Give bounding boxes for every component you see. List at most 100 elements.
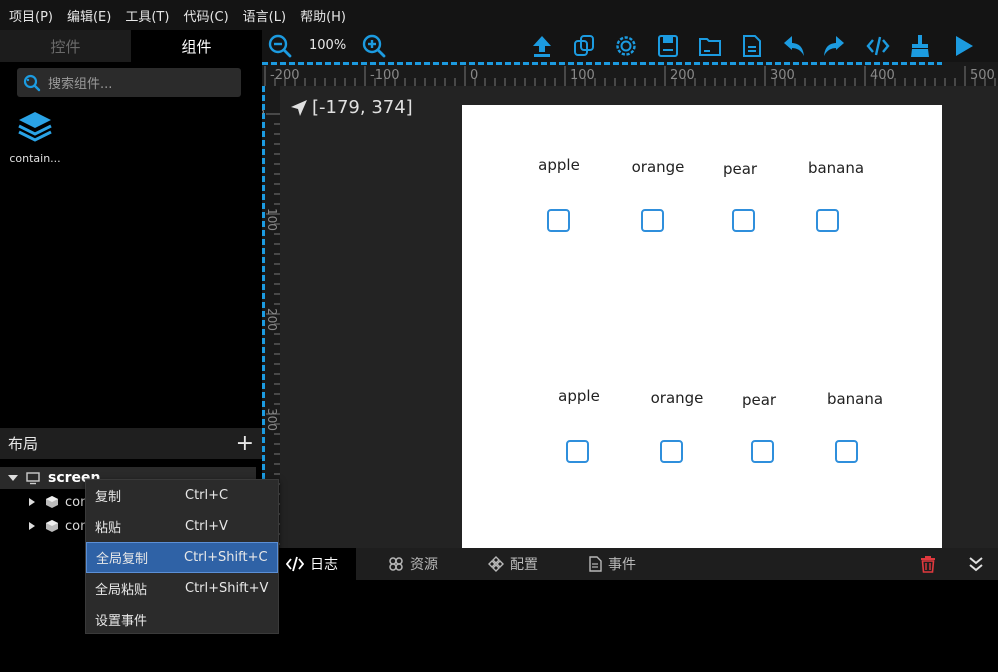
navigation-arrow-icon (291, 99, 307, 116)
cube-icon (46, 520, 58, 532)
coords-text: [-179, 374] (312, 97, 413, 118)
menu-item-copy[interactable]: 复制 Ctrl+C (86, 480, 278, 511)
tree-item-child-2[interactable]: con (26, 515, 88, 537)
ruler-label: 100 (265, 208, 279, 231)
settings-icon[interactable] (614, 34, 638, 58)
menu-item-global-paste[interactable]: 全局粘贴 Ctrl+Shift+V (86, 573, 278, 604)
menu-edit[interactable]: 编辑(E) (60, 6, 118, 25)
component-search[interactable]: 搜索组件... (17, 68, 241, 97)
ruler-label: 400 (870, 68, 895, 83)
menu-item-shortcut: Ctrl+C (185, 488, 229, 503)
menu-language[interactable]: 语言(L) (236, 6, 293, 25)
bottom-tab-bar: 日志 资源 配置 事件 (262, 548, 998, 580)
tab-resources[interactable]: 资源 (388, 548, 438, 580)
collapse-arrow-icon[interactable] (4, 468, 24, 488)
ruler-label: 300 (265, 408, 279, 431)
search-input[interactable]: 搜索组件... (48, 73, 112, 92)
redo-icon[interactable] (822, 34, 846, 58)
zoom-in-icon[interactable] (362, 34, 386, 58)
menu-help[interactable]: 帮助(H) (293, 6, 353, 25)
ruler-label: -200 (270, 68, 300, 83)
tab-components[interactable]: 组件 (131, 30, 262, 62)
ruler-label: 0 (262, 108, 266, 116)
tree-item-child-1[interactable]: con (26, 491, 88, 513)
fruit-label: banana (807, 159, 865, 177)
collapse-icon[interactable] (968, 555, 984, 573)
log-output (262, 580, 998, 672)
horizontal-ruler: -200 -100 0 100 200 300 400 500 (262, 62, 998, 86)
ruler-label: 0 (470, 68, 479, 83)
menu-item-label: 全局复制 (96, 552, 149, 567)
tab-config[interactable]: 配置 (488, 548, 538, 580)
zoom-level: 100% (309, 38, 347, 53)
expand-arrow-icon[interactable] (26, 496, 38, 508)
checkbox[interactable] (751, 440, 774, 463)
monitor-icon (26, 472, 40, 485)
fruit-label: orange (650, 389, 704, 407)
ruler-label: 500 (970, 68, 995, 83)
fruit-label: apple (538, 156, 580, 174)
menu-item-shortcut: Ctrl+Shift+V (185, 581, 269, 596)
menu-item-shortcut: Ctrl+V (185, 519, 228, 534)
menu-bar: 项目(P) 编辑(E) 工具(T) 代码(C) 语言(L) 帮助(H) (0, 0, 998, 30)
menu-project[interactable]: 项目(P) (2, 6, 60, 25)
tab-widgets[interactable]: 控件 (0, 30, 131, 62)
checkbox[interactable] (835, 440, 858, 463)
fruit-label: pear (741, 391, 777, 409)
fruit-label: pear (722, 160, 758, 178)
zoom-out-icon[interactable] (268, 34, 292, 58)
upload-icon[interactable] (530, 34, 554, 58)
tab-config-label: 配置 (510, 557, 538, 573)
checkbox[interactable] (566, 440, 589, 463)
fruit-label: banana (826, 390, 884, 408)
add-icon[interactable]: + (236, 432, 254, 455)
tab-events-label: 事件 (608, 557, 636, 573)
resource-icon (389, 557, 403, 571)
undo-icon[interactable] (782, 34, 806, 58)
tab-log-label: 日志 (310, 557, 338, 573)
clean-icon[interactable] (908, 34, 932, 58)
left-tabs: 控件 组件 (0, 30, 262, 62)
checkbox[interactable] (641, 209, 664, 232)
checkbox[interactable] (732, 209, 755, 232)
expand-arrow-icon[interactable] (26, 520, 38, 532)
checkbox[interactable] (547, 209, 570, 232)
code-icon[interactable] (866, 34, 890, 58)
save-icon[interactable] (656, 34, 680, 58)
menu-item-shortcut: Ctrl+Shift+C (184, 550, 268, 565)
play-icon[interactable] (952, 34, 976, 58)
layers-icon (18, 112, 52, 142)
ruler-label: 200 (670, 68, 695, 83)
layout-header: 布局 + (0, 428, 262, 459)
menu-item-label: 复制 (95, 490, 122, 505)
copy-icon[interactable] (572, 34, 596, 58)
tab-events[interactable]: 事件 (588, 548, 636, 580)
file-icon[interactable] (740, 34, 764, 58)
menu-item-label: 全局粘贴 (95, 583, 148, 598)
menu-code[interactable]: 代码(C) (176, 6, 235, 25)
checkbox[interactable] (816, 209, 839, 232)
design-canvas[interactable]: [-179, 374] apple orange pear banana app… (280, 86, 998, 548)
layout-title: 布局 (8, 435, 39, 453)
event-icon (589, 556, 602, 572)
menu-item-label: 设置事件 (95, 614, 148, 629)
cube-icon (46, 496, 58, 508)
ruler-label: 100 (570, 68, 595, 83)
menu-item-paste[interactable]: 粘贴 Ctrl+V (86, 511, 278, 542)
checkbox[interactable] (660, 440, 683, 463)
menu-item-label: 粘贴 (95, 521, 122, 536)
tab-resources-label: 资源 (410, 557, 438, 573)
trash-icon[interactable] (919, 555, 937, 573)
menu-item-global-copy[interactable]: 全局复制 Ctrl+Shift+C (86, 542, 278, 573)
search-icon (23, 74, 41, 91)
fruit-label: orange (631, 158, 685, 176)
menu-item-set-event[interactable]: 设置事件 (86, 604, 278, 635)
context-menu: 复制 Ctrl+C 粘贴 Ctrl+V 全局复制 Ctrl+Shift+C 全局… (85, 479, 279, 634)
folder-icon[interactable] (698, 34, 722, 58)
menu-tools[interactable]: 工具(T) (118, 6, 176, 25)
widget-container[interactable]: contain... (6, 110, 64, 165)
ruler-label: 200 (265, 308, 279, 331)
cursor-coords: [-179, 374] (290, 97, 413, 118)
screen-page[interactable]: apple orange pear banana apple orange pe… (462, 105, 942, 548)
ruler-label: -100 (370, 68, 400, 83)
